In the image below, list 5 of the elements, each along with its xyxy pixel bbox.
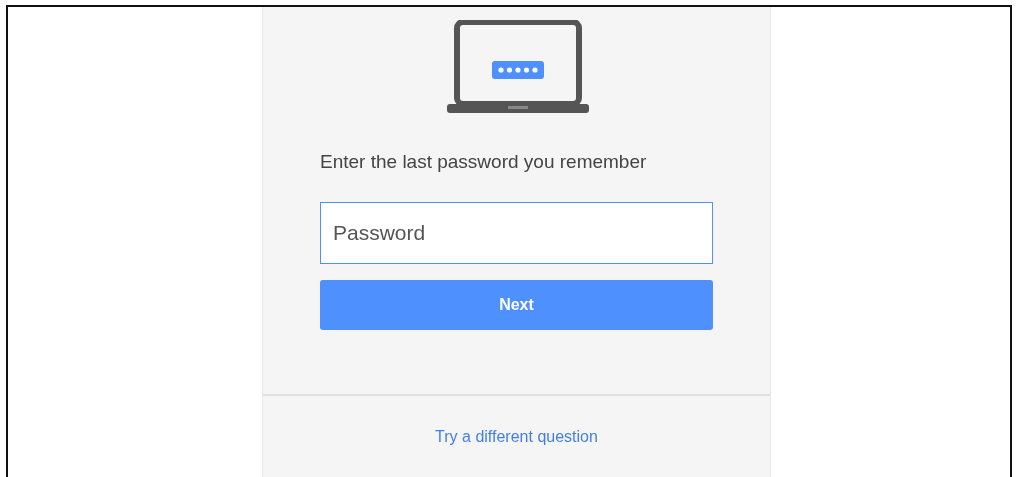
password-field[interactable]: Password xyxy=(320,202,713,264)
different-question-link[interactable]: Try a different question xyxy=(435,428,598,448)
laptop-icon xyxy=(446,20,589,113)
next-button[interactable]: Next xyxy=(320,280,713,330)
prompt-text: Enter the last password you remember xyxy=(320,151,647,173)
